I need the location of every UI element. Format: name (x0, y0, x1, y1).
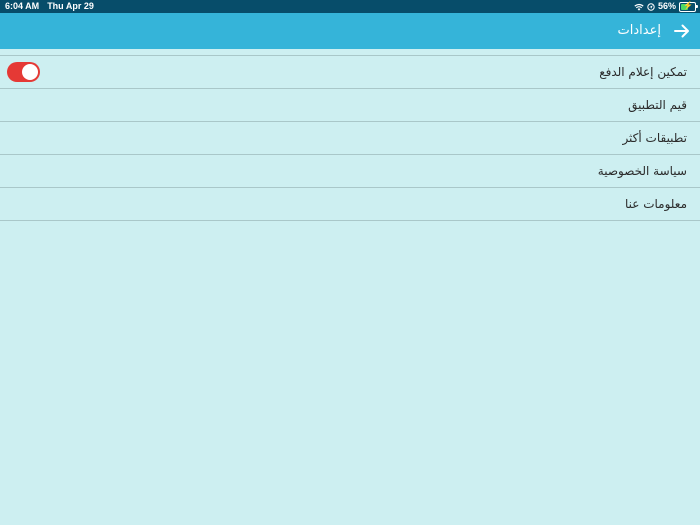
location-icon (647, 2, 655, 11)
wifi-icon (634, 3, 644, 11)
settings-item-rate-app[interactable]: قيم التطبيق (0, 89, 700, 122)
charging-icon: ⚡ (683, 0, 693, 10)
page-title: إعدادات (617, 23, 661, 38)
settings-item-label: سياسة الخصوصية (597, 164, 687, 178)
arrow-right-icon[interactable] (673, 22, 691, 40)
battery-cap (696, 4, 698, 8)
status-time-date: 6:04 AM Thu Apr 29 (5, 0, 94, 13)
status-date: Thu Apr 29 (47, 1, 94, 11)
push-notifications-toggle[interactable] (7, 62, 40, 82)
toggle-knob (22, 64, 38, 80)
battery-icon: ⚡ (679, 0, 698, 12)
header-bar: إعدادات (0, 13, 700, 49)
status-bar: 6:04 AM Thu Apr 29 56% ⚡ (0, 0, 700, 13)
settings-item-label: معلومات عنا (624, 197, 687, 211)
settings-item-label: قيم التطبيق (628, 98, 687, 112)
battery-percent: 56% (657, 1, 676, 11)
settings-item-push-notifications[interactable]: تمكين إعلام الدفع (0, 56, 700, 89)
status-time: 6:04 AM (5, 1, 40, 11)
settings-item-label: تطبيقات أكثر (622, 131, 687, 145)
settings-item-label: تمكين إعلام الدفع (599, 65, 687, 79)
status-indicators: 56% ⚡ (634, 0, 698, 13)
settings-item-more-apps[interactable]: تطبيقات أكثر (0, 122, 700, 155)
settings-list: تمكين إعلام الدفع قيم التطبيق تطبيقات أك… (0, 55, 700, 221)
settings-item-privacy-policy[interactable]: سياسة الخصوصية (0, 155, 700, 188)
settings-item-about-us[interactable]: معلومات عنا (0, 188, 700, 221)
